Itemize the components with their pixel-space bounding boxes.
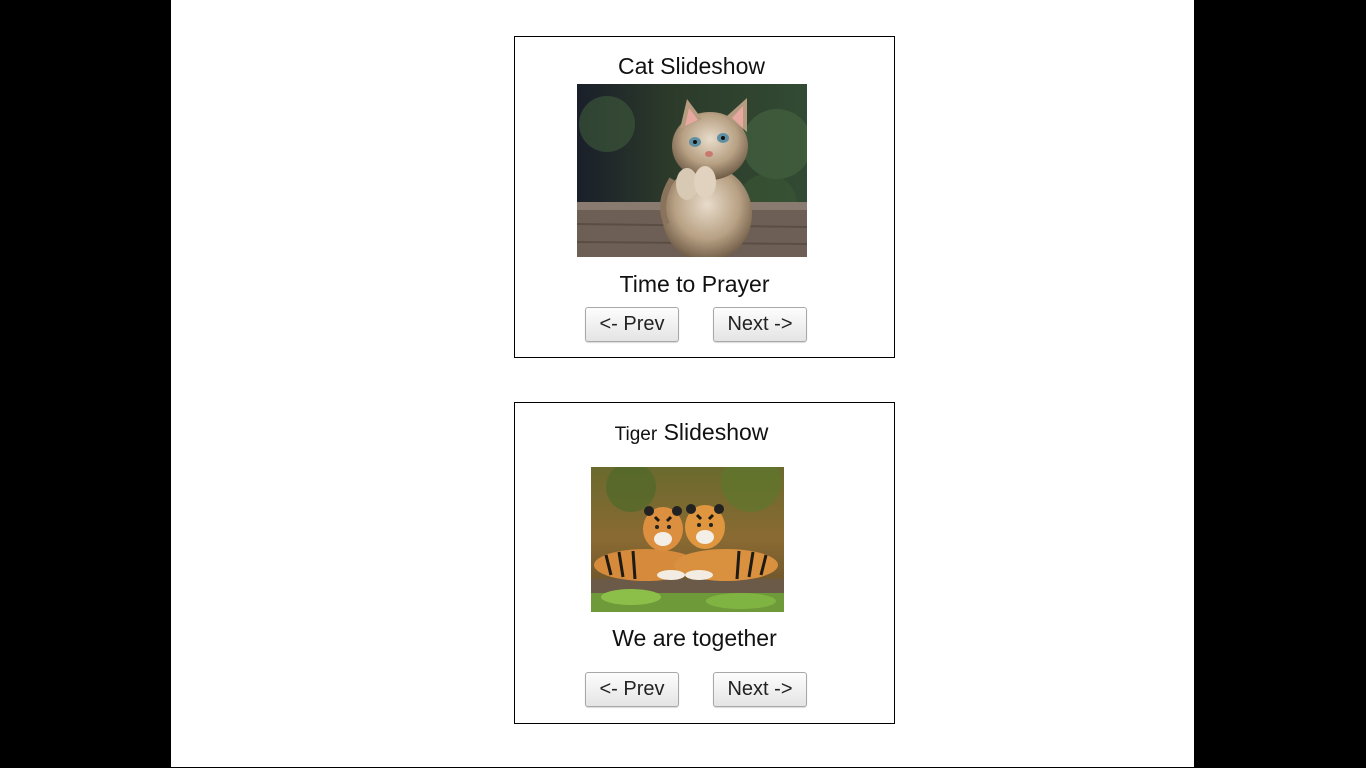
- prev-button[interactable]: <- Prev: [585, 307, 679, 342]
- slideshow-title: Cat Slideshow: [617, 53, 766, 79]
- page-content: Cat Slideshow Time to Prayer <- Prev Nex…: [171, 0, 1194, 767]
- slideshow-title-rest: Slideshow: [663, 419, 769, 445]
- slideshow-title-animal: Tiger: [614, 424, 658, 445]
- next-button[interactable]: Next ->: [713, 672, 807, 707]
- tiger-slideshow: Tiger Slideshow We are together <- Prev …: [514, 402, 895, 724]
- slide-image-kitten: [577, 84, 807, 257]
- prev-button[interactable]: <- Prev: [585, 672, 679, 707]
- slideshow-title: Tiger Slideshow: [502, 419, 881, 448]
- slide-caption: We are together: [612, 625, 777, 651]
- slide-image-tigers: [591, 467, 784, 612]
- cat-slideshow: Cat Slideshow Time to Prayer <- Prev Nex…: [514, 36, 895, 358]
- next-button[interactable]: Next ->: [713, 307, 807, 342]
- slide-caption: Time to Prayer: [619, 271, 770, 297]
